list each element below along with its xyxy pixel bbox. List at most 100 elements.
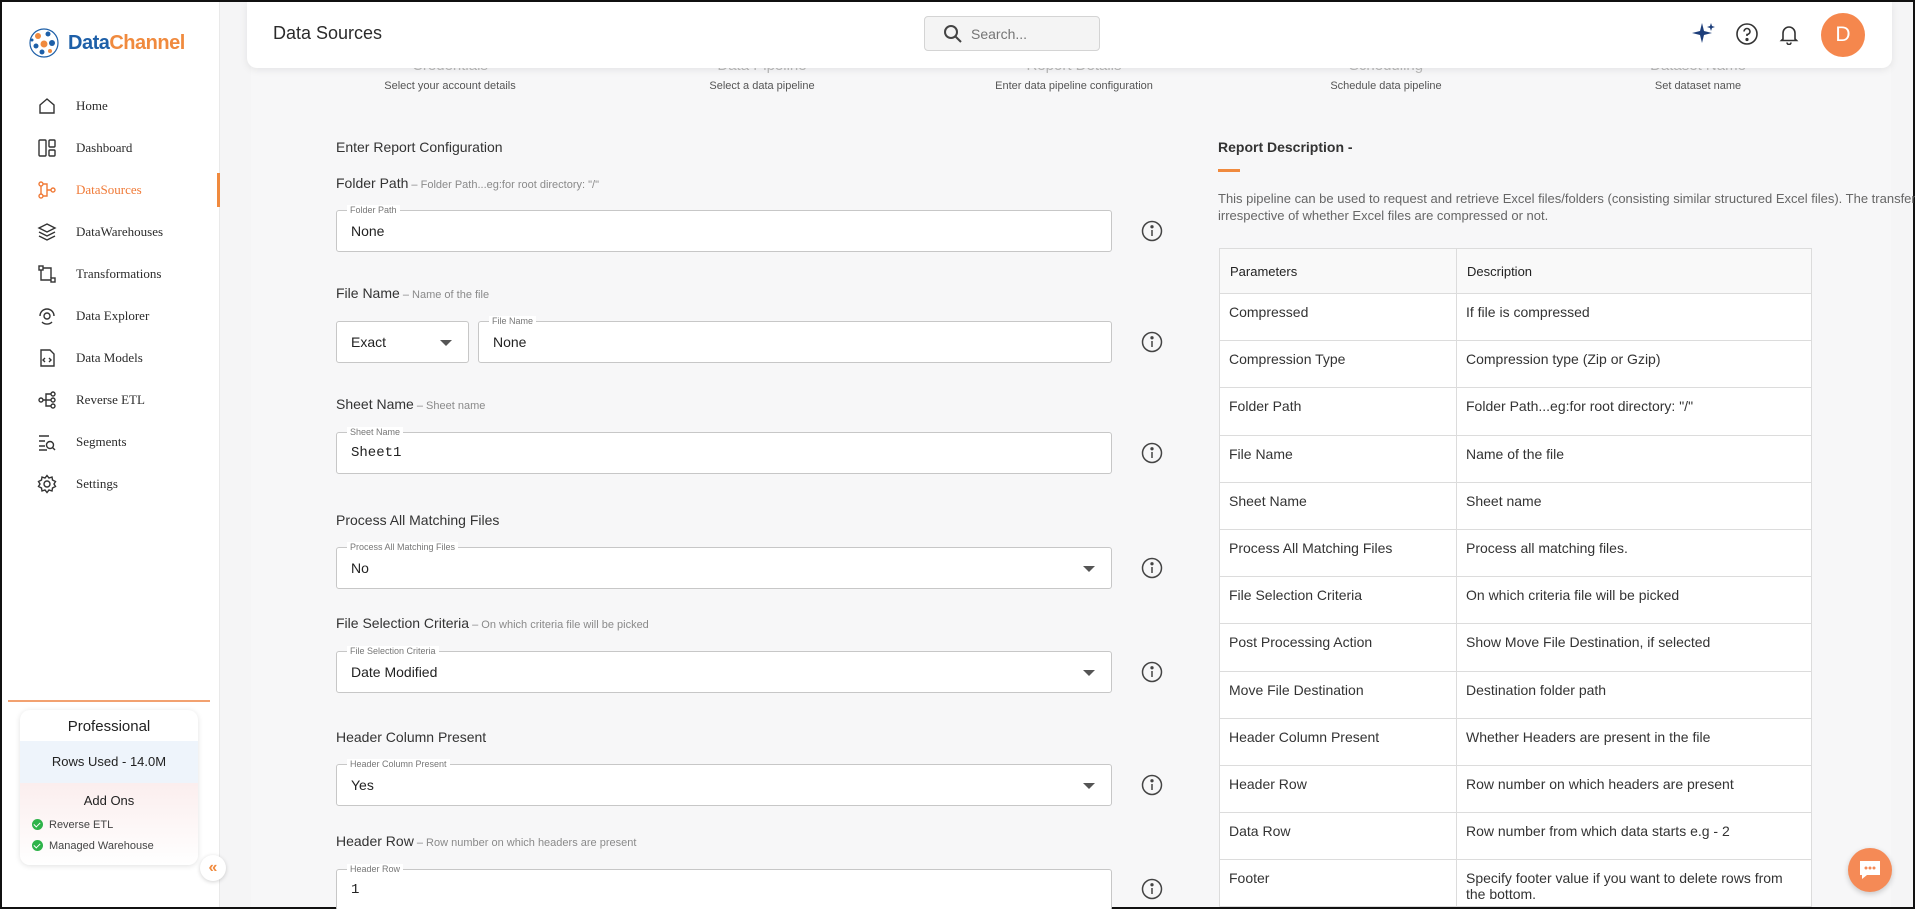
sidebar-item-reverse-etl[interactable]: Reverse ETL bbox=[2, 379, 220, 421]
user-avatar[interactable]: D bbox=[1821, 13, 1865, 57]
parameter-cell: Post Processing Action bbox=[1219, 623, 1457, 672]
parameter-cell: Folder Path bbox=[1219, 387, 1457, 436]
header-column-select[interactable]: Header Column Present Yes bbox=[336, 759, 1112, 806]
sidebar-item-label: Settings bbox=[76, 476, 118, 491]
process-all-info-icon[interactable] bbox=[1141, 557, 1163, 579]
parameter-cell: Compression Type bbox=[1219, 340, 1457, 389]
process-all-label: Process All Matching Files bbox=[336, 512, 500, 528]
addon-item: Reverse ETL bbox=[20, 814, 198, 835]
file-name-match-select[interactable]: Exact bbox=[336, 321, 469, 363]
datachannel-logo-icon bbox=[29, 28, 59, 58]
sheet-name-input[interactable]: Sheet Name Sheet1 bbox=[336, 427, 1112, 474]
parameter-cell: Sheet Name bbox=[1219, 481, 1457, 530]
reverse-etl-icon bbox=[35, 388, 59, 412]
report-description-text: This pipeline can be used to request and… bbox=[1218, 191, 1915, 223]
sidebar-item-label: Dashboard bbox=[76, 140, 133, 155]
parameter-cell: File Name bbox=[1219, 434, 1457, 483]
check-circle-icon bbox=[32, 840, 43, 851]
step-data-pipeline[interactable]: Data Pipeline Select a data pipeline bbox=[652, 66, 872, 92]
table-row: Compression Type Compression type (Zip or… bbox=[1219, 340, 1812, 389]
brand-name: DataChannel bbox=[68, 31, 185, 54]
parameters-table: Parameters Description Compressed If file… bbox=[1219, 248, 1812, 908]
folder-path-input[interactable]: Folder Path None bbox=[336, 205, 1112, 252]
header-row-input[interactable]: Header Row 1 bbox=[336, 864, 1112, 909]
transformations-icon bbox=[35, 262, 59, 286]
parameter-cell: Compressed bbox=[1219, 292, 1457, 342]
file-selection-select[interactable]: File Selection Criteria Date Modified bbox=[336, 646, 1112, 693]
description-cell: Compression type (Zip or Gzip) bbox=[1456, 340, 1812, 389]
sidebar-item-dashboard[interactable]: Dashboard bbox=[2, 127, 220, 169]
brand-logo[interactable]: DataChannel bbox=[26, 24, 185, 62]
sidebar-divider bbox=[8, 700, 210, 702]
table-row: Folder Path Folder Path...eg:for root dir… bbox=[1219, 387, 1812, 436]
table-header-row: Parameters Description bbox=[1219, 248, 1812, 294]
step-scheduling[interactable]: Scheduling Schedule data pipeline bbox=[1276, 66, 1496, 92]
sidebar-item-segments[interactable]: Segments bbox=[2, 421, 220, 463]
sparkle-ai-icon[interactable] bbox=[1690, 20, 1718, 48]
table-row: Post Processing Action Show Move File Des… bbox=[1219, 623, 1812, 672]
description-cell: If file is compressed bbox=[1456, 292, 1812, 342]
search-box[interactable] bbox=[924, 16, 1100, 51]
sidebar-item-home[interactable]: Home bbox=[2, 85, 220, 127]
sidebar-item-label: Transformations bbox=[76, 266, 162, 281]
column-header: Parameters bbox=[1219, 248, 1457, 294]
table-row: Data Row Row number from which data start… bbox=[1219, 812, 1812, 861]
description-cell: Sheet name bbox=[1456, 481, 1812, 530]
sidebar-item-label: DataSources bbox=[76, 182, 142, 197]
sidebar-item-settings[interactable]: Settings bbox=[2, 463, 220, 505]
help-icon[interactable] bbox=[1733, 20, 1761, 48]
table-row: Process All Matching Files Process all ma… bbox=[1219, 528, 1812, 578]
description-cell: Folder Path...eg:for root directory: "/" bbox=[1456, 387, 1812, 436]
sheet-name-label: Sheet Name – Sheet name bbox=[336, 396, 486, 412]
process-all-select[interactable]: Process All Matching Files No bbox=[336, 542, 1112, 589]
file-name-input[interactable]: File Name None bbox=[478, 316, 1112, 363]
parameter-cell: Footer bbox=[1219, 859, 1457, 908]
file-name-label: File Name – Name of the file bbox=[336, 285, 490, 301]
sidebar-item-label: Segments bbox=[76, 434, 127, 449]
step-credentials[interactable]: Credentials Select your account details bbox=[340, 66, 560, 92]
form-section-title: Enter Report Configuration bbox=[336, 139, 503, 155]
datawarehouses-icon bbox=[35, 220, 59, 244]
collapse-sidebar-button[interactable]: « bbox=[200, 855, 226, 881]
settings-icon bbox=[35, 472, 59, 496]
search-input[interactable] bbox=[971, 25, 1081, 42]
table-row: File Selection Criteria On which criteria… bbox=[1219, 576, 1812, 625]
header-row-info-icon[interactable] bbox=[1141, 878, 1163, 900]
chat-support-button[interactable] bbox=[1848, 848, 1892, 892]
title-underline bbox=[1218, 169, 1240, 172]
file-selection-info-icon[interactable] bbox=[1141, 661, 1163, 683]
description-cell: Show Move File Destination, if selected bbox=[1456, 623, 1812, 672]
table-row: Header Column Present Whether Headers are… bbox=[1219, 717, 1812, 766]
sidebar-item-transformations[interactable]: Transformations bbox=[2, 253, 220, 295]
step-dataset-name[interactable]: Dataset Name Set dataset name bbox=[1588, 66, 1808, 92]
check-circle-icon bbox=[32, 819, 43, 830]
folder-path-info-icon[interactable] bbox=[1141, 220, 1163, 242]
addons-section: Add Ons Reverse ETL Managed Warehouse bbox=[20, 783, 198, 865]
sidebar-item-data-explorer[interactable]: Data Explorer bbox=[2, 295, 220, 337]
chevron-down-icon bbox=[1083, 566, 1095, 572]
sidebar-item-label: DataWarehouses bbox=[76, 224, 164, 239]
sidebar-item-data-models[interactable]: Data Models bbox=[2, 337, 220, 379]
page-title: Data Sources bbox=[273, 23, 383, 43]
table-row: Header Row Row number on which headers ar… bbox=[1219, 764, 1812, 814]
step-report-details[interactable]: Report Details Enter data pipeline confi… bbox=[964, 66, 1184, 92]
addon-item: Managed Warehouse bbox=[20, 835, 198, 856]
sidebar-nav: Home Dashboard DataSources DataWarehouse… bbox=[2, 85, 220, 505]
sidebar-item-datasources[interactable]: DataSources bbox=[2, 169, 220, 211]
table-row: Sheet Name Sheet name bbox=[1219, 481, 1812, 530]
main-content: Credentials Select your account details … bbox=[251, 66, 1915, 909]
sidebar-item-label: Reverse ETL bbox=[76, 392, 145, 407]
notification-bell-icon[interactable] bbox=[1775, 20, 1803, 48]
description-cell: Name of the file bbox=[1456, 434, 1812, 483]
parameter-cell: Process All Matching Files bbox=[1219, 528, 1457, 578]
sidebar-item-datawarehouses[interactable]: DataWarehouses bbox=[2, 211, 220, 253]
file-name-info-icon[interactable] bbox=[1141, 331, 1163, 353]
rows-used: Rows Used - 14.0M bbox=[20, 741, 198, 783]
chevron-down-icon bbox=[1083, 783, 1095, 789]
home-icon bbox=[35, 94, 59, 118]
header-column-info-icon[interactable] bbox=[1141, 774, 1163, 796]
report-description-title: Report Description - bbox=[1218, 139, 1353, 155]
sheet-name-info-icon[interactable] bbox=[1141, 442, 1163, 464]
sidebar-item-label: Home bbox=[76, 98, 108, 113]
description-cell: Row number from which data starts e.g - … bbox=[1456, 812, 1812, 861]
